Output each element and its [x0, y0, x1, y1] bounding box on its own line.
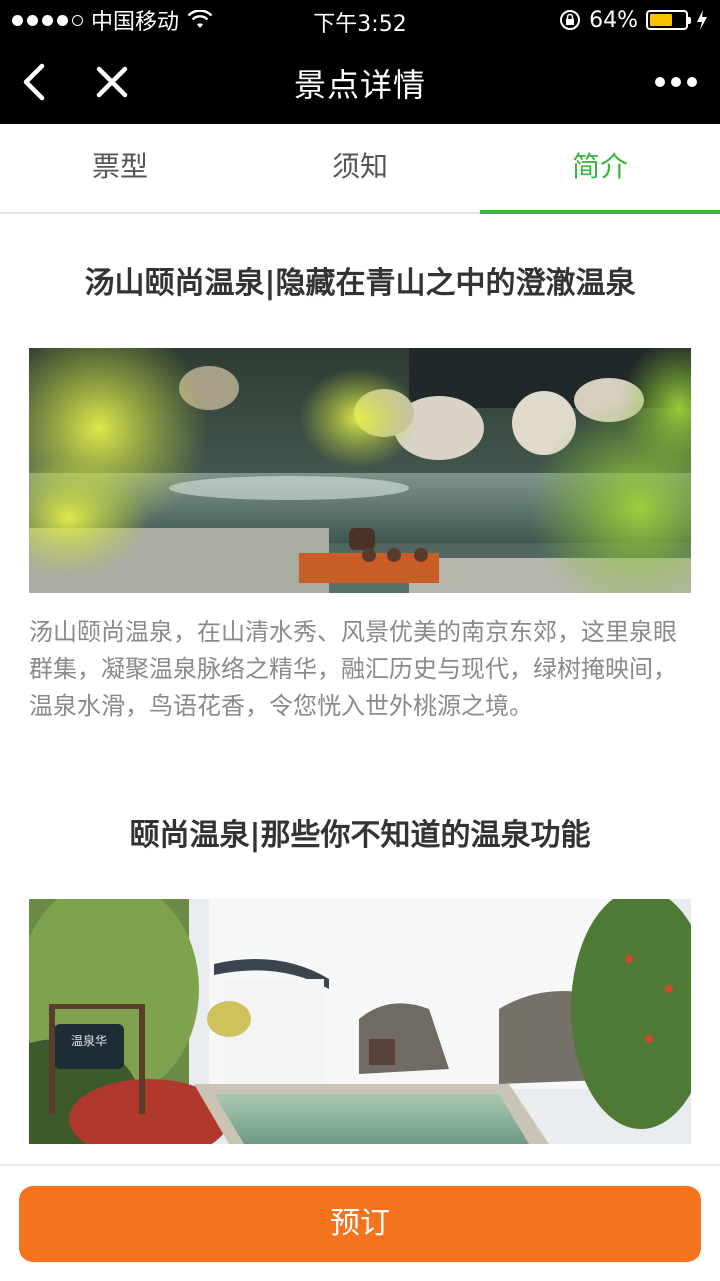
tab-bar: 票型 须知 简介: [0, 124, 720, 214]
section-title-2: 颐尚温泉|那些你不知道的温泉功能: [129, 818, 591, 853]
back-button[interactable]: [12, 58, 60, 106]
outdoor-pool-photo: 温泉华: [29, 899, 691, 1144]
section-title: 汤山颐尚温泉|隐藏在青山之中的澄澈温泉: [84, 266, 636, 301]
tab-notice[interactable]: 须知: [240, 124, 480, 212]
tab-intro[interactable]: 简介: [480, 124, 720, 214]
more-button[interactable]: [648, 66, 704, 98]
intro-paragraph: 汤山颐尚温泉，在山清水秀、风景优美的南京东郊，这里泉眼群集，凝聚温泉脉络之精华，…: [29, 618, 677, 720]
charging-bolt-icon: [697, 10, 707, 30]
bottom-bar: 预订: [0, 1164, 720, 1281]
close-button[interactable]: [88, 58, 136, 106]
plaque-text: 温泉华: [71, 1034, 107, 1048]
nav-bar: 景点详情: [0, 40, 720, 124]
book-button[interactable]: 预订: [19, 1186, 701, 1262]
status-bar: 中国移动 下午3:52 64%: [0, 0, 720, 40]
intro-content[interactable]: 汤山颐尚温泉|隐藏在青山之中的澄澈温泉 汤山颐尚温泉，在山清水秀、风景优美的南京…: [0, 216, 720, 1164]
chevron-left-icon: [23, 63, 45, 101]
battery-level: [650, 14, 672, 26]
close-icon: [96, 66, 128, 98]
hot-spring-pool-photo: [29, 348, 691, 593]
tab-ticket-types[interactable]: 票型: [0, 124, 240, 212]
rotation-lock-icon: [560, 10, 581, 30]
battery-area: 64%: [559, 6, 708, 34]
more-dots-icon: [655, 77, 665, 87]
battery-icon: [646, 10, 691, 30]
battery-percent: 64%: [589, 7, 638, 33]
